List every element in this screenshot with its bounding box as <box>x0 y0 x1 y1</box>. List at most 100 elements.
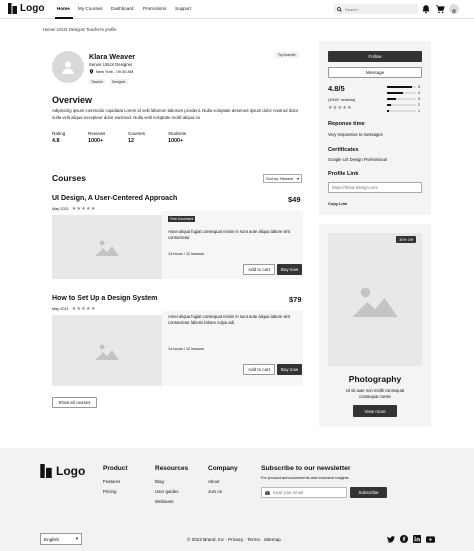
youtube-icon[interactable] <box>426 536 435 543</box>
add-to-cart-button[interactable]: Add to cart <box>243 364 275 375</box>
message-button[interactable]: Message <box>328 67 422 78</box>
nav-home[interactable]: Home <box>57 6 70 11</box>
nav-support[interactable]: Support <box>175 6 191 11</box>
email-input[interactable] <box>273 490 343 495</box>
location-pin-icon <box>89 69 94 74</box>
image-placeholder-icon <box>352 287 398 317</box>
buy-now-button[interactable]: Buy now <box>277 264 302 275</box>
response-time-text: Very responsive to messages <box>328 132 383 137</box>
rating-bar-label: 2 <box>418 103 420 107</box>
image-placeholder-icon <box>95 240 119 256</box>
rating-bar-track <box>387 109 416 113</box>
stat-value: 1000+ <box>168 138 184 144</box>
course-date: May 2021 <box>52 207 69 211</box>
stat-label: Rating <box>52 131 66 136</box>
profile-link-value: https://Klara-Design.com <box>332 185 378 190</box>
rating-bar-track <box>387 103 416 107</box>
footer-logo[interactable]: Logo <box>40 464 85 478</box>
sort-dropdown[interactable]: Sort by: Newest ▾ <box>263 174 302 183</box>
rating-bar-fill <box>387 103 392 107</box>
rating-bar-label: 3 <box>418 97 420 101</box>
breadcrumb: Home/ UI/UX Designs/ Teacher's profile <box>43 27 117 32</box>
course-thumbnail[interactable] <box>52 215 162 279</box>
course-title[interactable]: UI Design, A User-Centered Approach <box>52 195 177 202</box>
logo-icon <box>40 464 52 478</box>
footer-link[interactable]: About <box>208 479 238 484</box>
certificates-title: Certificates <box>328 147 359 153</box>
course-date: May 2021 <box>52 307 69 311</box>
linkedin-icon[interactable] <box>413 535 421 543</box>
footer-link[interactable]: Blog <box>155 479 188 484</box>
rating-bar-track <box>387 97 416 101</box>
rating-bar-track <box>387 91 416 95</box>
top-teacher-badge: Top teacher <box>275 52 299 58</box>
top-navbar: Logo Home My Courses Dashboard Promotion… <box>0 0 474 19</box>
promo-title: Photography <box>348 374 402 384</box>
language-select[interactable]: English ▾ <box>40 533 82 545</box>
rating-bar-fill <box>387 97 396 101</box>
footer-link[interactable]: Features <box>103 479 128 484</box>
stat-rating: Rating 4.8 <box>52 131 65 144</box>
footer-col-product: Product Features Pricing <box>103 465 128 494</box>
image-placeholder-icon <box>95 344 119 360</box>
nav-my-courses[interactable]: My Courses <box>78 6 103 11</box>
user-icon <box>62 61 74 74</box>
discount-badge: 30% Off <box>396 236 416 243</box>
tag-designer: Designer <box>110 79 128 84</box>
footer-col-resources: Resources Blog User guides Webinars <box>155 465 188 504</box>
certificate-text: Google UX Design Professional <box>328 157 387 162</box>
course-thumbnail[interactable] <box>52 315 162 386</box>
search-input[interactable] <box>345 6 415 12</box>
buy-now-button[interactable]: Buy now <box>277 364 302 375</box>
copy-link-button[interactable]: Copy Link <box>328 201 347 206</box>
chevron-down-icon: ▾ <box>75 536 78 541</box>
nav-promotions[interactable]: Promotions <box>143 6 166 11</box>
search-box[interactable] <box>334 4 418 14</box>
stat-label: Courses <box>128 131 146 136</box>
response-time-title: Reponse time <box>328 121 365 127</box>
profile-link-field[interactable]: https://Klara-Design.com <box>328 182 422 193</box>
rating-score: 4.8/5 <box>328 84 345 93</box>
user-icon <box>452 9 456 14</box>
bell-icon[interactable] <box>421 4 431 14</box>
course-meta-row: May 2021 ★★★★★ <box>52 306 96 312</box>
stat-label: Students <box>168 131 187 136</box>
stat-reviews: Reviews 1000+ <box>88 131 105 144</box>
follow-button[interactable]: Follow <box>328 51 422 62</box>
newsletter-subtitle: For product announcements and exclusive … <box>261 475 349 480</box>
footer-link[interactable]: Join us <box>208 489 238 494</box>
stat-value: 1000+ <box>88 138 104 144</box>
nav-dashboard[interactable]: Dashboard <box>111 6 133 11</box>
footer-link[interactable]: Webinars <box>155 499 188 504</box>
star-rating-icon: ★★★★★ <box>71 306 96 312</box>
stat-value: 4.8 <box>52 138 60 144</box>
view-more-button[interactable]: View more <box>353 405 397 417</box>
promo-image[interactable] <box>328 233 422 366</box>
stat-students: Students 1000+ <box>168 131 186 144</box>
rating-bar-label: 5 <box>418 85 420 89</box>
add-to-cart-button[interactable]: Add to cart <box>243 264 275 275</box>
footer-link[interactable]: Pricing <box>103 489 128 494</box>
subscribe-button[interactable]: Subscribe <box>350 487 387 498</box>
footer-col-title: Resources <box>155 465 189 472</box>
course-meta-row: May 2021 ★★★★★ <box>52 206 96 212</box>
twitter-icon[interactable] <box>387 536 395 543</box>
course-duration: 14 hours / 12 lessons <box>168 347 205 351</box>
show-all-courses-button[interactable]: Show all courses <box>52 397 97 408</box>
newsletter-title: Subscribe to our newsletter <box>261 465 351 472</box>
footer-col-title: Company <box>208 465 238 472</box>
stat-value: 12 <box>128 138 134 144</box>
facebook-icon[interactable] <box>400 535 408 543</box>
free-document-badge: Free Document <box>168 216 196 222</box>
user-avatar[interactable] <box>449 4 459 14</box>
footer-divider <box>40 529 474 530</box>
brand-logo[interactable]: Logo <box>8 3 44 14</box>
footer-logo-text: Logo <box>56 464 86 478</box>
cart-icon[interactable] <box>435 4 445 14</box>
footer-link[interactable]: User guides <box>155 489 188 494</box>
email-field[interactable] <box>261 487 347 498</box>
footer-col-company: Company About Join us <box>208 465 238 494</box>
course-title[interactable]: How to Set Up a Design System <box>52 295 157 302</box>
reviews-count: (1000+ reviews) <box>328 98 356 102</box>
profile-avatar <box>52 51 84 83</box>
